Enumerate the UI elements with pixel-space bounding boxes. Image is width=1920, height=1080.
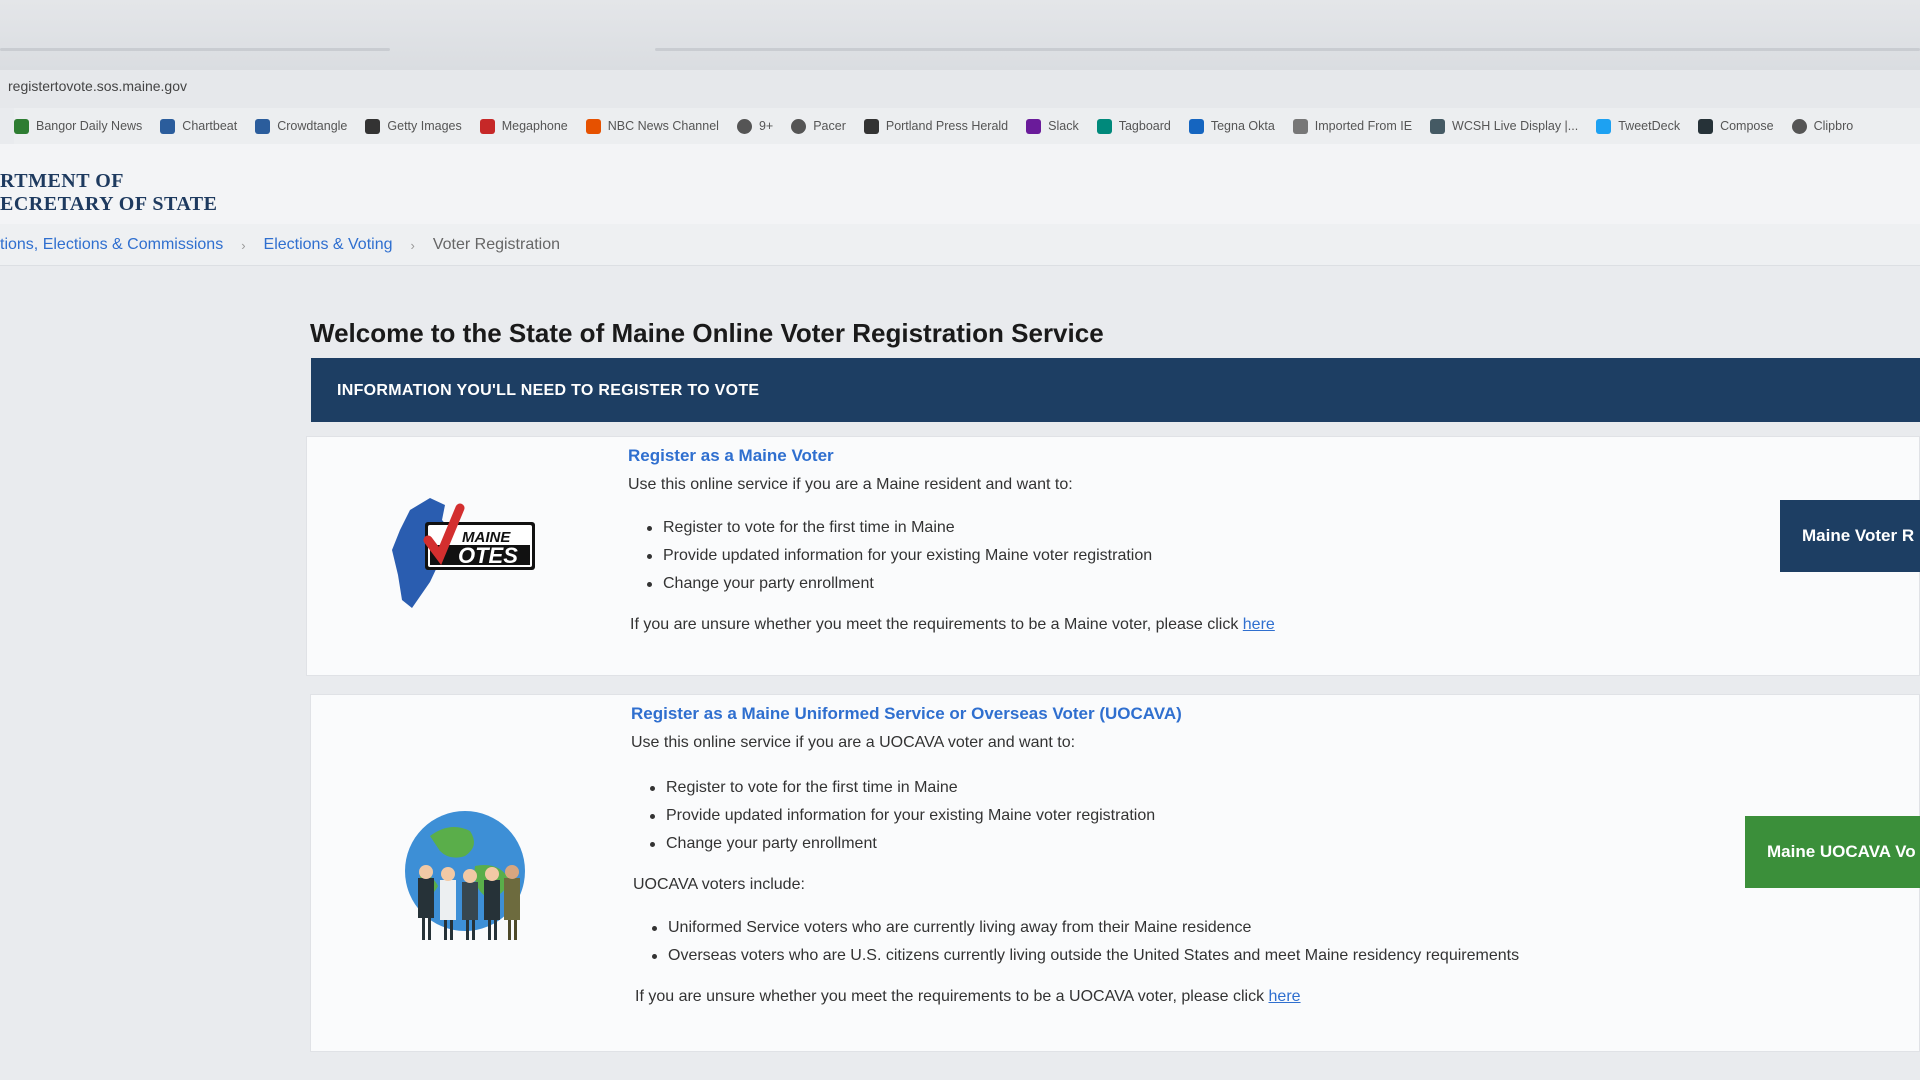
list-item: Provide updated information for your exi… [645,542,1152,570]
bookmark-item[interactable]: Getty Images [365,118,462,134]
breadcrumb-current: Voter Registration [432,236,561,253]
tweetdeck-icon [1596,118,1612,134]
list-item: Provide updated information for your exi… [648,802,1155,830]
agency-logo-text[interactable]: RTMENT OF ECRETARY OF STATE [0,170,217,216]
bookmark-item[interactable]: Portland Press Herald [863,118,1009,134]
list-item: Uniformed Service voters who are current… [650,914,1519,942]
list-item: Overseas voters who are U.S. citizens cu… [650,942,1519,970]
bookmark-item[interactable]: TweetDeck [1596,118,1681,134]
uocava-voter-unsure: If you are unsure whether you meet the r… [635,988,1301,1006]
bookmark-label: Pacer [813,119,846,133]
list-item: Change your party enrollment [648,830,1155,858]
getty-icon [365,118,381,134]
bookmark-item[interactable]: WCSH Live Display |... [1430,118,1579,134]
breadcrumb: tions, Elections & Commissions › Electio… [0,236,560,254]
logo-text-votes: OTES [458,543,518,568]
bookmark-label: Bangor Daily News [36,119,143,133]
maine-votes-logo: MAINE OTES [390,490,540,620]
maine-voter-options-list: Register to vote for the first time in M… [645,514,1152,598]
bookmark-item[interactable]: Megaphone [479,118,568,134]
maine-voter-intro: Use this online service if you are a Mai… [628,476,1073,493]
bookmark-label: Slack [1048,119,1079,133]
address-bar-url[interactable]: registertovote.sos.maine.gov [8,78,187,94]
bookmarks-bar: Bangor Daily News Chartbeat Crowdtangle Get… [14,108,1920,144]
bookmark-label: Tagboard [1118,119,1171,133]
page-title: Welcome to the State of Maine Online Vot… [310,318,1104,348]
globe-icon [791,118,807,134]
uocava-globe-logo [400,806,530,951]
bookmark-label: Compose [1720,119,1774,133]
chartbeat-icon [160,118,176,134]
maine-voter-unsure-text: If you are unsure whether you meet the r… [630,616,1239,633]
list-item: Register to vote for the first time in M… [648,774,1155,802]
crowdtangle-icon [255,118,271,134]
folder-icon [1292,118,1308,134]
site-header [0,144,1920,224]
bookmark-item[interactable]: Slack [1026,118,1079,134]
bookmark-item[interactable]: Bangor Daily News [14,118,143,134]
breadcrumb-elections-link[interactable]: Elections & Voting [264,236,393,254]
uocava-voter-unsure-text: If you are unsure whether you meet the r… [635,988,1265,1005]
info-banner: INFORMATION YOU'LL NEED TO REGISTER TO V… [311,358,1920,422]
bookmark-label: NBC News Channel [607,119,719,133]
tagboard-icon [1096,118,1112,134]
bookmark-label: Tegna Okta [1210,119,1275,133]
wcsh-icon [1430,118,1446,134]
uocava-voter-intro: Use this online service if you are a UOC… [631,734,1076,751]
bookmark-label: 9+ [758,119,774,133]
bookmark-item[interactable]: Pacer [791,118,846,134]
browser-tab[interactable] [0,48,390,51]
list-item: Change your party enrollment [645,570,1152,598]
megaphone-icon [479,118,495,134]
bdn-icon [14,118,29,134]
bookmark-label: Crowdtangle [277,119,348,133]
maine-voter-title[interactable]: Register as a Maine Voter [628,446,834,466]
compose-icon [1698,118,1714,134]
bookmark-item[interactable]: Crowdtangle [255,118,348,134]
globe-icon [736,118,752,134]
address-bar[interactable] [0,70,1920,108]
slack-icon [1026,118,1042,134]
bookmark-label: TweetDeck [1618,119,1681,133]
uocava-voter-registration-button[interactable]: Maine UOCAVA Vo [1745,816,1920,888]
uocava-include-list: Uniformed Service voters who are current… [650,914,1519,970]
uocava-voter-options-list: Register to vote for the first time in M… [648,774,1155,858]
bookmark-item[interactable]: Tegna Okta [1188,118,1275,134]
browser-tab-strip [0,0,1920,70]
chevron-right-icon: › [241,237,246,253]
agency-name-line1: RTMENT OF [0,170,124,192]
uocava-include-heading: UOCAVA voters include: [633,876,805,893]
bookmark-item[interactable]: Chartbeat [160,118,238,134]
bookmark-label: WCSH Live Display |... [1452,119,1579,133]
globe-icon [1791,118,1807,134]
bookmark-label: Chartbeat [182,119,238,133]
bookmark-item[interactable]: 9+ [736,118,774,134]
bookmark-label: Portland Press Herald [885,119,1009,133]
uocava-voter-requirements-link[interactable]: here [1269,988,1301,1005]
uocava-voter-title[interactable]: Register as a Maine Uniformed Service or… [631,704,1182,724]
browser-tab[interactable] [655,48,1920,51]
info-banner-text: INFORMATION YOU'LL NEED TO REGISTER TO V… [337,382,760,399]
bookmark-label: Imported From IE [1314,119,1413,133]
bookmark-item[interactable]: Clipbro [1791,118,1854,134]
bookmark-item[interactable]: Tagboard [1096,118,1171,134]
maine-voter-requirements-link[interactable]: here [1243,616,1275,633]
chevron-right-icon: › [410,237,415,253]
bookmark-item[interactable]: Imported From IE [1292,118,1413,134]
bookmark-label: Megaphone [501,119,568,133]
bookmark-label: Clipbro [1813,119,1854,133]
maine-voter-unsure: If you are unsure whether you meet the r… [630,616,1275,634]
okta-icon [1188,118,1204,134]
maine-voter-registration-button[interactable]: Maine Voter R [1780,500,1920,572]
breadcrumb-commissions-link[interactable]: tions, Elections & Commissions [0,236,223,254]
bookmark-label: Getty Images [387,119,462,133]
nbc-peacock-icon [585,118,601,134]
agency-name-line2: ECRETARY OF STATE [0,193,218,215]
list-item: Register to vote for the first time in M… [645,514,1152,542]
bookmark-item[interactable]: NBC News Channel [585,118,719,134]
pph-icon [863,118,879,134]
bookmark-item[interactable]: Compose [1698,118,1774,134]
